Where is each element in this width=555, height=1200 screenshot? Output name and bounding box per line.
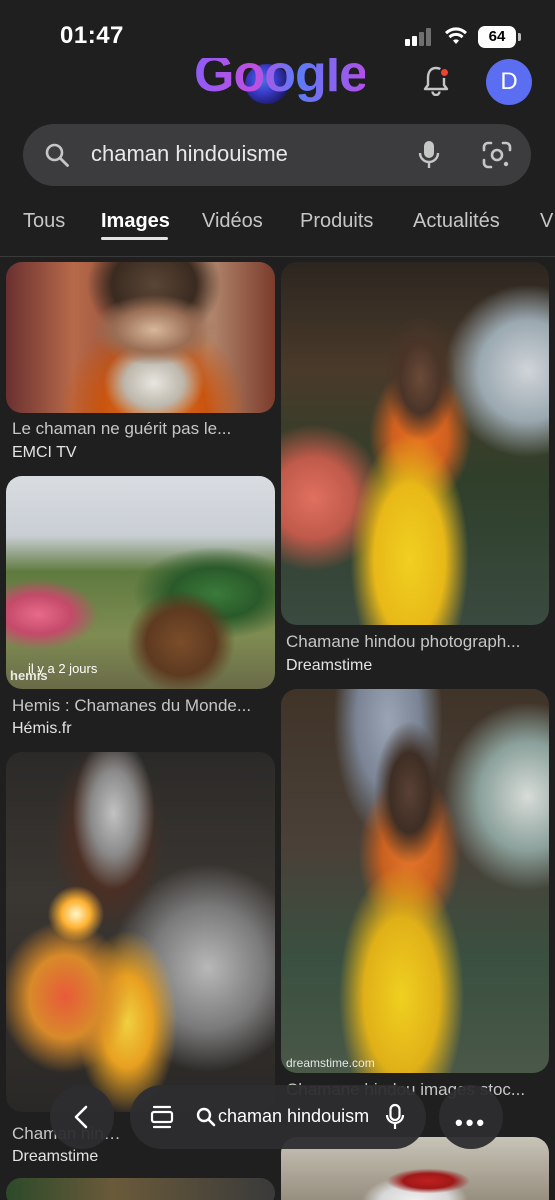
result-caption[interactable]: Chamane hindou photograph... [286,632,544,652]
result-caption[interactable]: Hemis : Chamanes du Monde... [12,696,267,716]
tab-videos[interactable]: Vidéos [202,210,263,233]
result-caption[interactable]: Le chaman ne guérit pas le... [12,419,267,439]
result-source[interactable]: Hémis.fr [12,720,72,738]
result-image[interactable] [281,262,549,625]
result-image[interactable] [6,476,275,689]
tab-images[interactable]: Images [101,210,170,233]
tabs-list-icon[interactable] [150,1104,174,1130]
status-time: 01:47 [60,22,124,49]
result-source[interactable]: EMCI TV [12,444,77,462]
result-watermark: hemis [10,668,48,683]
result-image[interactable] [6,262,275,413]
logo-text: Google [194,58,365,104]
back-button[interactable] [50,1085,114,1149]
notification-dot [439,67,450,78]
tab-produits[interactable]: Produits [300,210,373,233]
signal-icon [405,28,435,46]
battery-icon: 64 [478,26,521,48]
tab-tous[interactable]: Tous [23,210,65,233]
search-tabs: Tous Images Vidéos Produits Actualités V [0,200,555,254]
google-lens-icon[interactable] [481,140,513,170]
microphone-icon[interactable] [416,139,442,171]
active-tab-indicator [101,237,168,240]
result-watermark: dreamstime.com [286,1056,375,1070]
result-image[interactable] [6,1178,275,1200]
chevron-left-icon [74,1105,88,1129]
result-source[interactable]: Dreamstime [12,1148,98,1166]
more-dots-icon: ••• [455,1110,488,1135]
result-image[interactable] [6,752,275,1112]
status-bar: 01:47 64 [0,0,555,62]
search-icon [196,1107,216,1127]
microphone-icon[interactable] [384,1103,406,1131]
wifi-icon [445,27,467,44]
account-avatar[interactable]: D [486,59,532,105]
search-icon [45,143,69,167]
tab-more[interactable]: V [540,210,553,233]
google-doodle-logo[interactable]: Google [190,58,365,106]
result-image[interactable] [281,689,549,1073]
tab-actualites[interactable]: Actualités [413,210,500,233]
tabs-divider [0,256,555,257]
bottom-search-query[interactable]: chaman hindouisme [218,1106,368,1127]
result-source[interactable]: Dreamstime [286,657,372,675]
search-input[interactable]: chaman hindouisme [91,141,288,167]
